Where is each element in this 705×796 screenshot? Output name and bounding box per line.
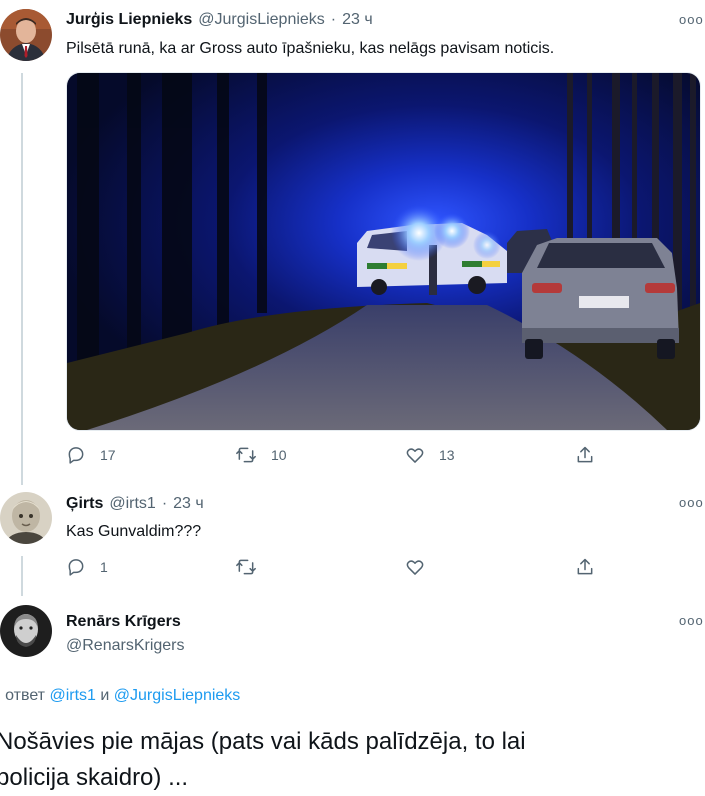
more-icon[interactable]: ooo [679,13,704,26]
thread-line-2 [21,556,23,596]
author-name[interactable]: Jurģis Liepnieks [66,11,192,29]
tweet-1-photo[interactable] [66,72,701,431]
tweet-3-text-line-1: Nošāvies pie mājas (pats vai kāds palīdz… [0,728,526,755]
author-handle[interactable]: @JurgisLiepnieks [198,11,325,29]
author-name[interactable]: Ģirts [66,495,103,513]
author-name[interactable]: Renārs Krīgers [66,613,181,631]
retweet-count: 10 [271,447,287,463]
like-button[interactable]: 13 [405,445,455,465]
reply-icon [68,447,84,464]
tweet-2-header: Ģirts @irts1 · 23 ч [66,495,204,513]
retweet-icon [236,447,256,463]
reply-count: 17 [100,447,116,463]
reply-button[interactable]: 17 [66,445,116,465]
retweet-button[interactable]: 10 [235,445,287,465]
author-handle[interactable]: @RenarsKrigers [66,637,185,655]
retweet-icon [236,559,256,575]
tweet-2-text: Kas Gunvaldim??? [66,523,202,540]
separator-dot: · [330,11,337,28]
reply-user-link[interactable]: @JurgisLiepnieks [114,687,241,704]
retweet-button[interactable] [235,557,257,577]
timestamp[interactable]: 23 ч [342,11,373,29]
replying-to: В ответ @irts1 и @JurgisLiepnieks [0,687,240,705]
like-icon [406,560,424,575]
reply-prefix: В ответ [0,687,46,704]
avatar-girts[interactable] [0,492,52,544]
reply-conjunction: и [100,687,110,704]
tweet-1-header: Jurģis Liepnieks @JurgisLiepnieks · 23 ч [66,11,373,29]
reply-user-link[interactable]: @irts1 [49,687,95,704]
like-icon [406,448,424,463]
reply-button[interactable]: 1 [66,557,108,577]
like-button[interactable] [405,557,425,577]
separator-dot: · [161,495,168,512]
more-icon[interactable]: ooo [679,614,704,627]
avatar-jurgis[interactable] [0,9,52,61]
like-count: 13 [439,447,455,463]
tweet-3-text-line-2: policija skaidro) ... [0,764,189,791]
share-icon [577,446,593,463]
thread-line-1 [21,73,23,485]
author-handle[interactable]: @irts1 [109,495,155,513]
reply-count: 1 [100,559,108,575]
timestamp[interactable]: 23 ч [173,495,204,513]
night-police-scene-image [67,73,700,430]
share-button[interactable] [575,445,595,465]
more-icon[interactable]: ooo [679,496,704,509]
share-icon [577,558,593,575]
tweet-1-text: Pilsētā runā, ka ar Gross auto īpašnieku… [66,40,555,57]
share-button[interactable] [575,557,595,577]
avatar-renars[interactable] [0,605,52,657]
reply-icon [68,559,84,576]
